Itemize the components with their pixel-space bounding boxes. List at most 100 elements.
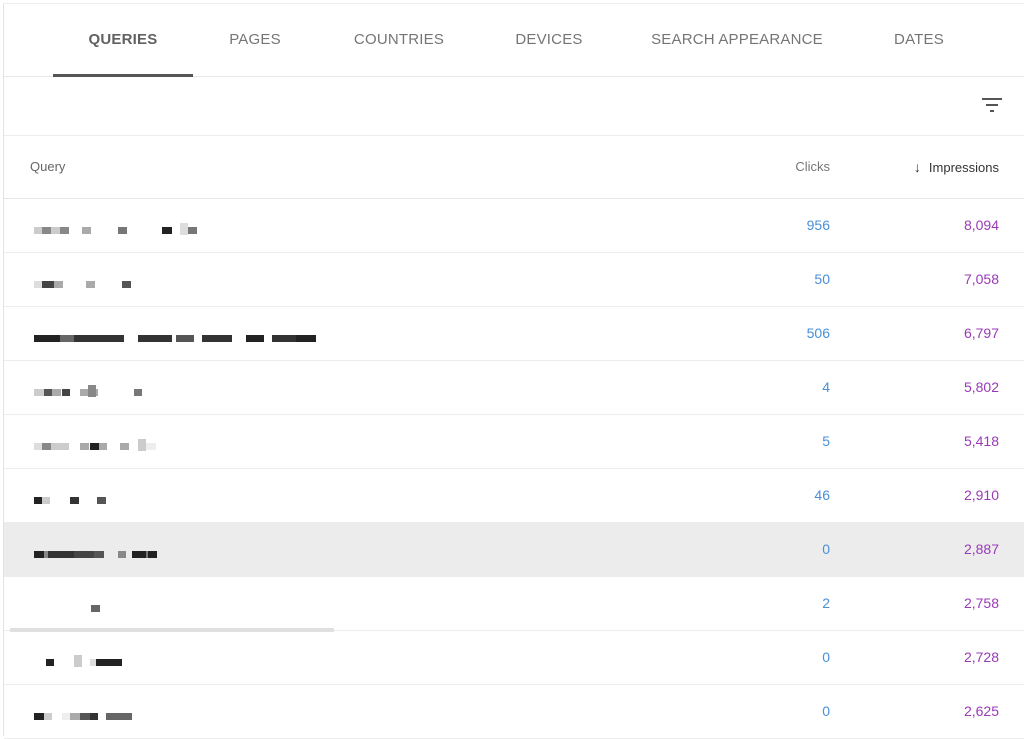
performance-report-panel: QUERIES PAGES COUNTRIES DEVICES SEARCH A… — [3, 3, 1024, 739]
table-toolbar — [4, 77, 1024, 136]
redaction-block — [118, 551, 126, 558]
redaction-block — [34, 443, 42, 450]
redaction-block — [34, 713, 44, 720]
redaction-block — [62, 713, 70, 720]
redaction-block — [74, 655, 82, 667]
redaction-block — [60, 227, 69, 234]
redaction-block — [138, 335, 172, 342]
redaction-block — [96, 659, 122, 666]
query-cell-redacted[interactable] — [34, 307, 334, 360]
redaction-block — [42, 443, 51, 450]
redaction-block — [162, 227, 172, 234]
redaction-block — [91, 605, 100, 612]
tab-search-appearance[interactable]: SEARCH APPEARANCE — [644, 4, 830, 76]
redaction-block — [118, 227, 127, 234]
tab-devices[interactable]: DEVICES — [501, 4, 597, 76]
redaction-block — [202, 335, 232, 342]
redaction-block — [34, 281, 42, 288]
redaction-block — [90, 443, 99, 450]
table-row[interactable]: 50 7,058 — [4, 253, 1024, 307]
query-cell-redacted[interactable] — [34, 415, 334, 468]
redaction-block — [134, 389, 142, 396]
impressions-cell: 2,887 — [963, 541, 999, 557]
redaction-block — [34, 227, 42, 234]
dimension-tabs: QUERIES PAGES COUNTRIES DEVICES SEARCH A… — [4, 4, 1024, 77]
tab-dates[interactable]: DATES — [879, 4, 959, 76]
impressions-cell: 5,418 — [963, 433, 999, 449]
redaction-block — [82, 227, 91, 234]
redaction-block — [176, 335, 194, 342]
redaction-block — [99, 443, 107, 450]
row-divider — [10, 628, 334, 632]
filter-list-icon[interactable] — [980, 95, 1004, 115]
redaction-block — [148, 551, 157, 558]
impressions-cell: 5,802 — [963, 379, 999, 395]
redaction-block — [138, 439, 146, 451]
redaction-block — [246, 335, 264, 342]
tab-queries[interactable]: QUERIES — [53, 4, 193, 76]
impressions-cell: 6,797 — [963, 325, 999, 341]
redaction-block — [46, 659, 54, 666]
redaction-block — [132, 551, 146, 558]
redaction-block — [54, 281, 63, 288]
redaction-block — [44, 713, 52, 720]
table-row[interactable]: 0 2,625 — [4, 685, 1024, 739]
impressions-cell: 7,058 — [963, 271, 999, 287]
redaction-block — [97, 497, 106, 504]
redaction-block — [90, 713, 98, 720]
table-row[interactable]: 0 2,887 — [4, 523, 1024, 577]
redaction-block — [296, 335, 316, 342]
clicks-cell: 0 — [822, 541, 830, 557]
table-row[interactable]: 5 5,418 — [4, 415, 1024, 469]
clicks-cell: 0 — [822, 703, 830, 719]
redaction-block — [42, 227, 51, 234]
table-row[interactable]: 956 8,094 — [4, 199, 1024, 253]
table-row[interactable]: 2 2,758 — [4, 577, 1024, 631]
tab-countries[interactable]: COUNTRIES — [344, 4, 454, 76]
redaction-block — [146, 443, 156, 450]
query-cell-redacted[interactable] — [34, 253, 334, 306]
query-cell-redacted[interactable] — [34, 577, 334, 630]
query-cell-redacted[interactable] — [34, 199, 334, 252]
impressions-cell: 2,728 — [963, 649, 999, 665]
query-cell-redacted[interactable] — [34, 469, 334, 522]
redaction-block — [120, 443, 129, 450]
redaction-block — [52, 389, 61, 396]
redaction-block — [122, 281, 131, 288]
tab-pages[interactable]: PAGES — [215, 4, 295, 76]
redaction-block — [80, 713, 90, 720]
column-header-clicks[interactable]: Clicks — [795, 136, 830, 198]
redaction-block — [74, 551, 94, 558]
redaction-block — [106, 713, 132, 720]
arrow-down-icon: ↓ — [913, 159, 921, 175]
clicks-cell: 4 — [822, 379, 830, 395]
impressions-cell: 2,625 — [963, 703, 999, 719]
table-header: Query Clicks ↓ Impressions — [4, 136, 1024, 199]
redaction-block — [62, 389, 70, 396]
impressions-cell: 8,094 — [963, 217, 999, 233]
query-cell-redacted[interactable] — [34, 631, 334, 684]
clicks-cell: 46 — [814, 487, 830, 503]
clicks-cell: 5 — [822, 433, 830, 449]
column-header-query[interactable]: Query — [30, 136, 65, 198]
redaction-block — [60, 335, 74, 342]
table-row[interactable]: 4 5,802 — [4, 361, 1024, 415]
query-cell-redacted[interactable] — [34, 361, 334, 414]
redaction-block — [44, 389, 52, 396]
redaction-block — [34, 497, 42, 504]
query-cell-redacted[interactable] — [34, 523, 334, 576]
table-row[interactable]: 506 6,797 — [4, 307, 1024, 361]
column-header-impressions[interactable]: ↓ Impressions — [914, 136, 999, 198]
redaction-block — [42, 497, 50, 504]
redaction-block — [94, 551, 104, 558]
query-cell-redacted[interactable] — [34, 685, 334, 738]
redaction-block — [42, 281, 54, 288]
table-row[interactable]: 46 2,910 — [4, 469, 1024, 523]
table-row[interactable]: 0 2,728 — [4, 631, 1024, 685]
clicks-cell: 50 — [814, 271, 830, 287]
redaction-block — [70, 713, 80, 720]
redaction-block — [74, 335, 124, 342]
clicks-cell: 0 — [822, 649, 830, 665]
redaction-block — [180, 223, 188, 235]
redaction-block — [86, 281, 95, 288]
